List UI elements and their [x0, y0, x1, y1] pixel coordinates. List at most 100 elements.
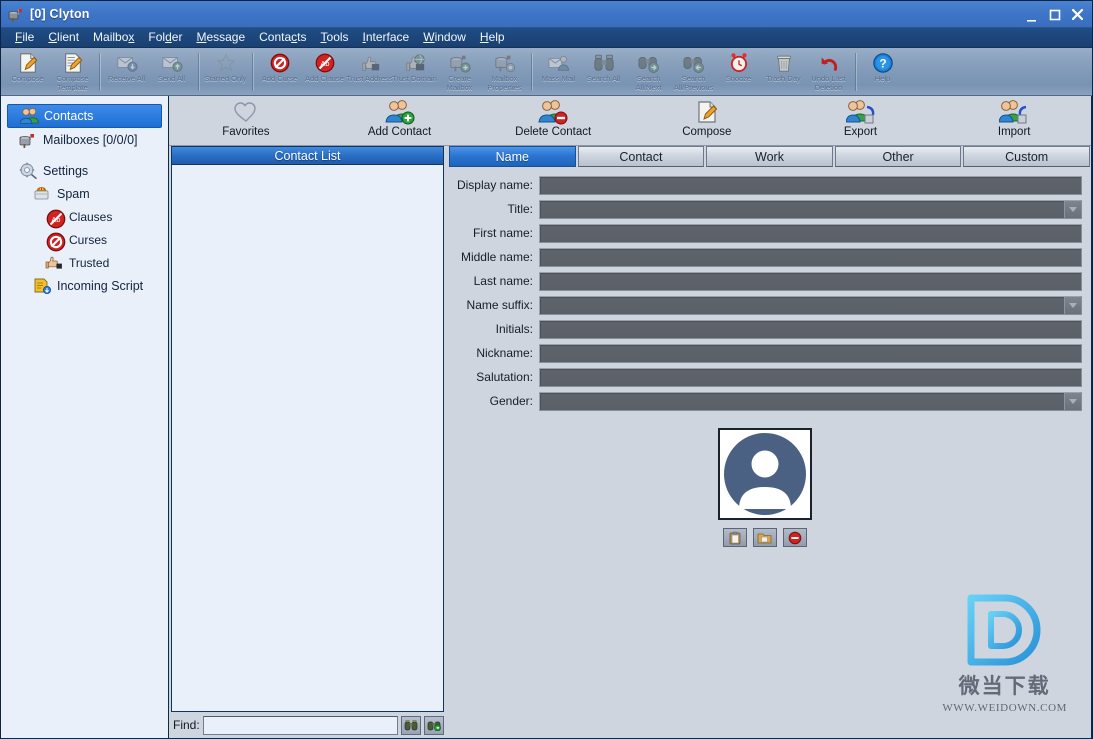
minimize-button[interactable] — [1021, 5, 1042, 24]
sidebar-item-label: Mailboxes [0/0/0] — [43, 133, 138, 147]
contact-list-box[interactable] — [171, 165, 444, 712]
find-search-button[interactable] — [401, 715, 421, 735]
chevron-down-icon[interactable] — [1064, 296, 1081, 314]
find-label: Find: — [173, 718, 200, 732]
chevron-down-icon[interactable] — [1064, 200, 1081, 218]
detail-tabs: Name Contact Work Other Custom — [447, 146, 1090, 167]
toolbar-separator — [99, 53, 100, 91]
tab-contact[interactable]: Contact — [577, 146, 705, 167]
sidebar-item-trusted[interactable]: Trusted — [7, 252, 162, 274]
sidebar-item-label: Contacts — [44, 109, 94, 123]
toolbar-button-add-curse[interactable]: Add Curse — [257, 50, 302, 95]
toolbar-button-compose[interactable]: Compose — [5, 50, 50, 95]
form-label-last-name: Last name: — [473, 274, 533, 288]
spam-can-icon — [33, 185, 52, 203]
menu-item-file[interactable]: File — [8, 28, 41, 47]
form-label-gender: Gender: — [489, 394, 533, 408]
paste-clipboard-button[interactable] — [722, 528, 747, 547]
navigation-sidebar: Contacts Mailboxes [0/0/0] Settings Spam AbC… — [1, 96, 169, 739]
form-label-middle-name: Middle name: — [460, 250, 533, 264]
form-row-title: Title: — [447, 198, 1082, 220]
menu-item-interface[interactable]: Interface — [356, 28, 417, 47]
chevron-down-icon[interactable] — [1064, 392, 1081, 410]
menu-item-tools[interactable]: Tools — [314, 28, 356, 47]
clause-deny-icon: Ab — [45, 208, 66, 229]
close-button[interactable] — [1067, 5, 1088, 24]
curse-deny-icon — [45, 231, 66, 252]
contact-list-pane: Contact List Find: — [169, 146, 446, 738]
contacts-toolbar-delete-contact[interactable]: Delete Contact — [476, 96, 630, 144]
clause-deny-icon: Ab — [311, 52, 339, 74]
toolbar-button-label: Search All/Next — [635, 74, 662, 92]
toolbar-button-label: Compose — [11, 74, 44, 83]
sidebar-item-label: Settings — [43, 164, 89, 178]
toolbar-button-label: Mass Mail — [541, 74, 576, 83]
contacts-toolbar-import[interactable]: Import — [937, 96, 1091, 144]
mailbox-add-icon — [446, 52, 474, 74]
open-folder-button[interactable] — [752, 528, 777, 547]
contacts-toolbar-add-contact[interactable]: Add Contact — [323, 96, 477, 144]
toolbar-button-compose-template[interactable]: Compose Template — [50, 50, 95, 95]
compose-page-pencil-icon — [14, 52, 42, 74]
toolbar-button-help[interactable]: ? Help — [860, 50, 905, 95]
menu-item-contacts[interactable]: Contacts — [252, 28, 313, 47]
toolbar-button-label: Snooze — [725, 74, 752, 83]
toolbar-button-label: Search All/Previous — [673, 74, 714, 92]
tab-name[interactable]: Name — [449, 146, 576, 167]
mailbox-gear-icon — [491, 52, 519, 74]
menu-item-help[interactable]: Help — [473, 28, 512, 47]
tab-custom[interactable]: Custom — [963, 146, 1090, 167]
sidebar-item-spam[interactable]: Spam — [7, 183, 162, 205]
menu-item-window[interactable]: Window — [416, 28, 473, 47]
sidebar-item-label: Clauses — [69, 210, 113, 224]
avatar-section — [447, 428, 1082, 547]
sidebar-item-settings[interactable]: Settings — [7, 160, 162, 182]
contacts-toolbar-compose[interactable]: Compose — [630, 96, 784, 144]
find-search-next-button[interactable] — [424, 715, 444, 735]
toolbar-button-trash-day[interactable]: Trash Day — [761, 50, 806, 95]
sidebar-item-contacts[interactable]: Contacts — [7, 104, 162, 128]
combo-title — [539, 199, 1082, 219]
avatar-buttons — [722, 528, 807, 547]
avatar[interactable] — [717, 428, 812, 520]
toolbar-button-label: Send All — [157, 74, 186, 83]
window-controls — [1021, 1, 1088, 28]
title-bar: [0] Clyton — [1, 1, 1092, 28]
input-last-name — [539, 271, 1082, 291]
field-value — [540, 321, 1081, 338]
toolbar-button-undo-last-deletion[interactable]: Undo Last Deletion — [806, 50, 851, 95]
remove-image-button[interactable] — [782, 528, 807, 547]
tab-work[interactable]: Work — [706, 146, 833, 167]
menu-item-mailbox[interactable]: Mailbox — [86, 28, 141, 47]
toolbar-button-search-all-next: Search All/Next — [626, 50, 671, 95]
contacts-toolbar-export[interactable]: Export — [784, 96, 938, 144]
menu-item-client[interactable]: Client — [41, 28, 86, 47]
input-first-name — [539, 223, 1082, 243]
toolbar-button-add-clause[interactable]: AbAdd Clause — [302, 50, 347, 95]
form-row-display-name: Display name: — [447, 174, 1082, 196]
contacts-toolbar-favorites[interactable]: Favorites — [169, 96, 323, 144]
form-row-name-suffix: Name suffix: — [447, 294, 1082, 316]
sidebar-item-curses[interactable]: Curses — [7, 229, 162, 252]
find-input[interactable] — [202, 715, 398, 735]
contacts-toolbar-label: Compose — [682, 126, 732, 138]
sidebar-item-incoming-script[interactable]: Incoming Script — [7, 275, 162, 297]
toolbar-button-snooze[interactable]: Snooze — [716, 50, 761, 95]
toolbar-separator — [855, 53, 856, 91]
sidebar-item-mailboxes-0-0-0[interactable]: Mailboxes [0/0/0] — [7, 129, 162, 151]
alarm-clock-icon — [725, 52, 753, 74]
toolbar-button-label: Add Clause — [305, 74, 344, 83]
toolbar-button-label: Compose Template — [56, 74, 89, 92]
field-value — [540, 345, 1081, 362]
contacts-toolbar-label: Export — [843, 126, 878, 138]
menu-item-folder[interactable]: Folder — [141, 28, 189, 47]
trash-can-icon — [770, 52, 798, 74]
maximize-button[interactable] — [1044, 5, 1065, 24]
menu-item-message[interactable]: Message — [189, 28, 252, 47]
input-middle-name — [539, 247, 1082, 267]
toolbar-button-label: Help — [874, 74, 891, 83]
tab-other[interactable]: Other — [834, 146, 962, 167]
sidebar-item-clauses[interactable]: AbClauses — [7, 206, 162, 229]
form-row-nickname: Nickname: — [447, 342, 1082, 364]
